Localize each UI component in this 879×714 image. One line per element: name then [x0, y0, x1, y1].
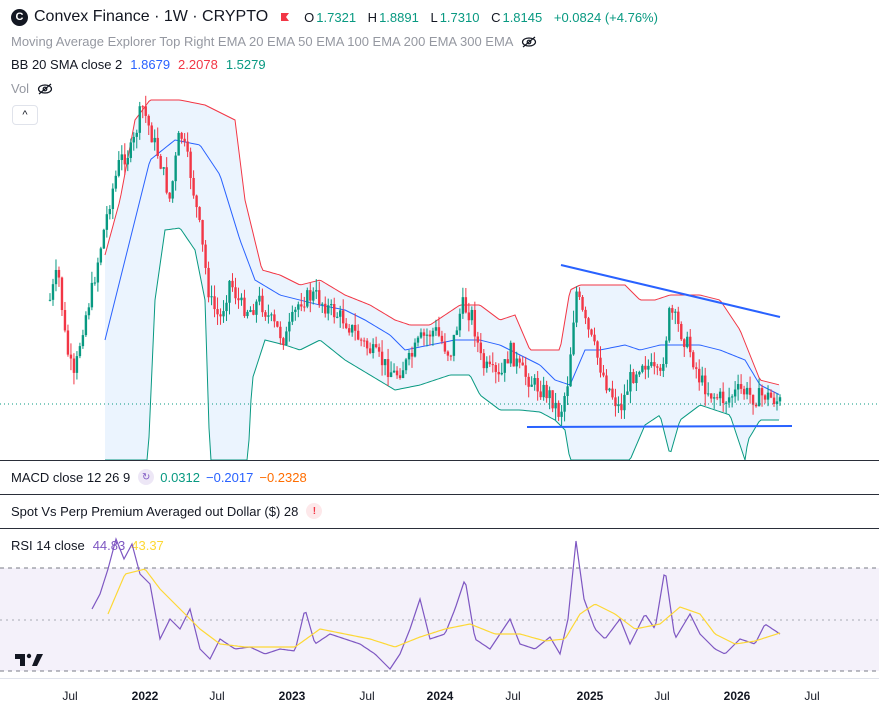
- candle: [276, 321, 279, 328]
- loading-icon: ↻: [138, 469, 155, 485]
- candle: [102, 228, 106, 250]
- candle: [120, 145, 124, 171]
- time-axis-label: 2025: [576, 689, 604, 703]
- candle: [111, 183, 115, 220]
- candle: [51, 278, 55, 306]
- candle: [48, 293, 52, 302]
- candle: [509, 340, 512, 367]
- candle: [692, 350, 695, 370]
- candle: [117, 151, 121, 178]
- time-axis-label: 2022: [131, 689, 159, 703]
- candle: [69, 343, 73, 371]
- candle: [512, 342, 515, 367]
- candle: [93, 276, 97, 286]
- time-axis-label: 2023: [278, 689, 306, 703]
- candle: [54, 259, 58, 292]
- candle: [78, 342, 82, 359]
- macd-value-1: 0.0312: [160, 469, 200, 485]
- time-axis-label: Jul: [505, 689, 521, 703]
- time-axis[interactable]: Jul 2022 Jul 2023 Jul 2024 Jul 2025 Jul 2026 Jul: [0, 678, 879, 714]
- candle: [581, 294, 584, 312]
- price-chart[interactable]: [0, 0, 879, 460]
- candle: [177, 130, 180, 156]
- spot-perp-legend[interactable]: Spot Vs Perp Premium Averaged out Dollar…: [11, 503, 328, 519]
- candle: [60, 276, 64, 317]
- time-axis-label: Jul: [654, 689, 670, 703]
- time-axis-label: Jul: [359, 689, 375, 703]
- candle: [114, 170, 118, 192]
- time-axis-label: Jul: [804, 689, 820, 703]
- candle: [108, 205, 112, 220]
- candle: [75, 351, 79, 380]
- candle: [90, 271, 94, 311]
- candle: [665, 336, 668, 368]
- candle: [575, 286, 578, 328]
- candle: [668, 306, 671, 343]
- time-axis-label: Jul: [62, 689, 78, 703]
- candle: [680, 321, 683, 342]
- time-axis-label: 2024: [426, 689, 454, 703]
- candle: [87, 303, 91, 320]
- candle: [84, 311, 88, 337]
- tradingview-logo[interactable]: [14, 651, 44, 672]
- candle: [81, 329, 85, 349]
- macd-value-3: −0.2328: [259, 469, 307, 485]
- candle: [159, 153, 162, 170]
- candle: [63, 301, 67, 333]
- candle: [282, 336, 285, 350]
- error-icon[interactable]: !: [306, 503, 323, 519]
- support-trendline: [526, 425, 793, 428]
- macd-legend[interactable]: MACD close 12 26 9 ↻ 0.0312 −0.2017 −0.2…: [11, 469, 307, 485]
- time-axis-label: Jul: [209, 689, 225, 703]
- pane-divider[interactable]: [0, 460, 879, 461]
- pane-divider[interactable]: [0, 494, 879, 495]
- rsi-chart[interactable]: [0, 529, 879, 678]
- tradingview-logo-icon: [15, 653, 43, 666]
- candle: [105, 206, 109, 238]
- candle: [306, 287, 309, 309]
- time-axis-label: 2026: [723, 689, 751, 703]
- candle: [464, 287, 468, 314]
- macd-value-2: −0.2017: [206, 469, 254, 485]
- candle: [99, 246, 103, 266]
- candle: [66, 324, 70, 357]
- candle: [72, 353, 76, 385]
- candle: [57, 266, 61, 287]
- candle: [96, 257, 100, 292]
- candle: [198, 206, 201, 223]
